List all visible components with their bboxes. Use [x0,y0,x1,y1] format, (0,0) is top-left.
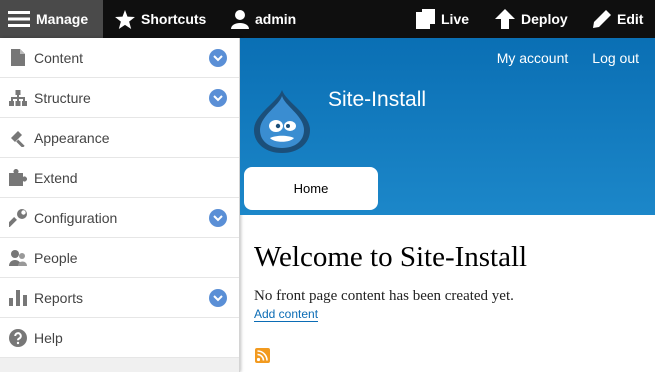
edit-label: Edit [617,11,644,27]
chevron-down-icon[interactable] [209,209,227,227]
arrow-up-icon [495,9,515,29]
wrench-icon [8,208,28,228]
sidebar-item-label: Reports [34,289,84,306]
sidebar-item-label: People [34,249,78,266]
star-icon [115,9,135,29]
chevron-down-icon[interactable] [209,89,227,107]
live-tab[interactable]: Live [409,0,489,38]
my-account-link[interactable]: My account [497,50,569,66]
admin-menu: Content Structure Appearance Extend Conf… [0,38,240,372]
sidebar-item-structure[interactable]: Structure [0,78,239,118]
sidebar-item-label: Help [34,329,63,346]
shortcuts-label: Shortcuts [141,11,207,27]
page-title: Welcome to Site-Install [254,241,528,273]
sidebar-item-people[interactable]: People [0,238,239,278]
manage-tab[interactable]: Manage [0,0,103,38]
hamburger-icon [8,11,30,27]
rss-feed-icon[interactable] [255,348,270,363]
paintbrush-icon [8,128,28,148]
sidebar-item-label: Configuration [34,209,118,226]
file-icon [8,48,28,68]
user-label: admin [255,11,297,27]
user-tab[interactable]: admin [219,0,296,38]
secondary-nav: My account Log out [497,50,639,66]
empty-front-page-message: No front page content has been created y… [254,288,514,304]
help-icon [8,328,28,348]
shortcuts-tab[interactable]: Shortcuts [103,0,219,38]
edit-tab[interactable]: Edit [589,0,655,38]
sidebar-item-label: Structure [34,89,91,106]
deploy-tab[interactable]: Deploy [489,0,589,38]
tab-home[interactable]: Home [244,167,378,210]
chevron-down-icon[interactable] [209,289,227,307]
sidebar-item-extend[interactable]: Extend [0,158,239,198]
sidebar-item-content[interactable]: Content [0,38,239,78]
sidebar-item-appearance[interactable]: Appearance [0,118,239,158]
people-icon [8,248,28,268]
site-name[interactable]: Site-Install [328,88,426,112]
admin-toolbar: Manage Shortcuts admin Live Deploy Edit [0,0,655,38]
live-label: Live [441,11,470,27]
log-out-link[interactable]: Log out [592,50,639,66]
sitemap-icon [8,88,28,108]
bar-chart-icon [8,288,28,308]
main-content: Welcome to Site-Install No front page co… [240,215,655,372]
deploy-label: Deploy [521,11,568,27]
manage-label: Manage [36,11,89,27]
sidebar-item-label: Extend [34,169,78,186]
sidebar-item-configuration[interactable]: Configuration [0,198,239,238]
sidebar-item-help[interactable]: Help [0,318,239,358]
sidebar-item-label: Appearance [34,129,110,146]
puzzle-icon [8,168,28,188]
add-content-link[interactable]: Add content [254,308,319,322]
sidebar-footer [0,358,239,372]
sidebar-item-reports[interactable]: Reports [0,278,239,318]
user-icon [231,9,249,29]
sidebar-item-label: Content [34,49,84,66]
workspace-icon [415,9,435,29]
chevron-down-icon[interactable] [209,49,227,67]
site-header: My account Log out Site-Install Home [240,38,655,215]
pencil-icon [593,10,611,28]
drupal-logo[interactable] [252,88,312,154]
